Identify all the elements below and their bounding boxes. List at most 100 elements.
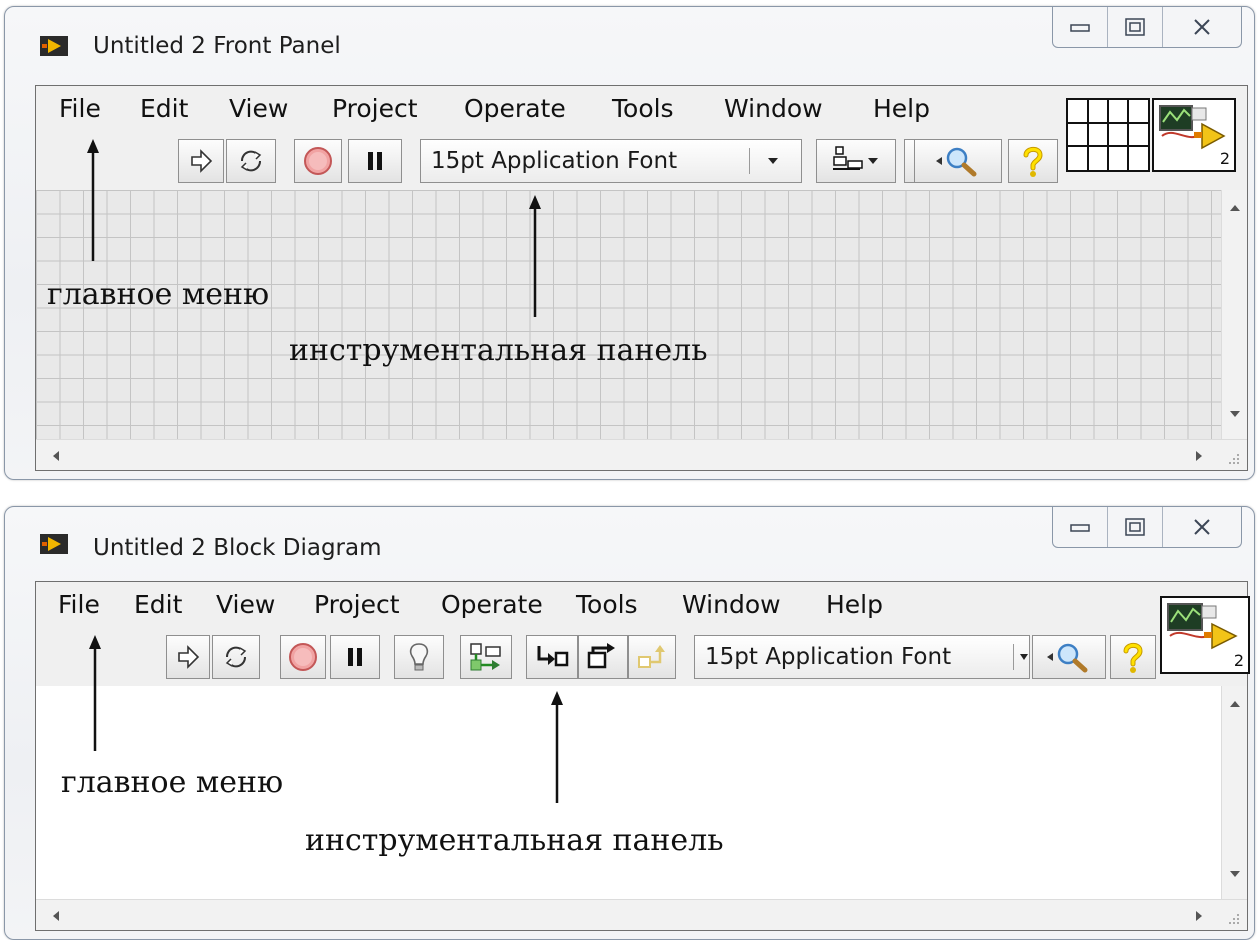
abort-button[interactable] [280, 635, 326, 679]
abort-icon [289, 643, 317, 671]
vi-icon[interactable]: 2 [1160, 596, 1250, 674]
scroll-left-icon[interactable] [52, 450, 60, 462]
menu-edit[interactable]: Edit [140, 94, 188, 123]
step-into-icon [537, 646, 569, 667]
maximize-button[interactable] [1107, 507, 1162, 547]
retain-wire-values-button[interactable] [460, 635, 512, 679]
window-title: Untitled 2 Front Panel [93, 33, 341, 59]
menu-operate[interactable]: Operate [441, 590, 543, 619]
pause-button[interactable] [348, 139, 402, 183]
align-objects-button[interactable] [816, 139, 896, 183]
context-help-button[interactable] [1008, 139, 1058, 183]
search-button[interactable] [914, 139, 1002, 183]
vertical-scrollbar[interactable] [1221, 190, 1247, 440]
front-panel-window: Untitled 2 Front Panel File Edit View Pr… [4, 6, 1255, 480]
run-arrow-icon [178, 645, 200, 669]
search-icon [936, 147, 977, 177]
scroll-left-icon[interactable] [52, 910, 60, 922]
minimize-button[interactable] [1053, 7, 1107, 47]
menu-tools[interactable]: Tools [612, 94, 674, 123]
main-menu-pointer-arrow [89, 635, 101, 751]
run-button[interactable] [166, 635, 210, 679]
menu-view[interactable]: View [229, 94, 288, 123]
step-over-button[interactable] [578, 635, 628, 679]
search-button[interactable] [1032, 635, 1106, 679]
run-continuously-button[interactable] [226, 139, 276, 183]
minimize-icon [1070, 524, 1090, 532]
pause-button[interactable] [330, 635, 380, 679]
align-objects-icon [833, 146, 878, 170]
menu-tools[interactable]: Tools [576, 590, 638, 619]
close-button[interactable] [1162, 507, 1241, 547]
horizontal-scrollbar[interactable] [36, 439, 1247, 470]
context-help-button[interactable] [1110, 635, 1156, 679]
run-arrow-icon [191, 149, 213, 173]
menu-edit[interactable]: Edit [134, 590, 182, 619]
resize-grip-icon[interactable] [1225, 910, 1241, 926]
close-icon [1194, 19, 1210, 35]
minimize-button[interactable] [1053, 507, 1107, 547]
search-icon [1047, 643, 1088, 673]
window-title: Untitled 2 Block Diagram [93, 535, 382, 561]
window-controls [1052, 507, 1242, 548]
scroll-down-icon[interactable] [1229, 410, 1241, 418]
scroll-down-icon[interactable] [1229, 870, 1241, 878]
menu-file[interactable]: File [58, 590, 100, 619]
retain-wire-values-icon [470, 643, 501, 671]
title-bar[interactable]: Untitled 2 Block Diagram [5, 507, 1254, 577]
toolbar: 15pt Application Font [36, 630, 1247, 687]
menu-operate[interactable]: Operate [464, 94, 566, 123]
scroll-right-icon[interactable] [1195, 910, 1203, 922]
main-menu: File Edit View Project Operate Tools Win… [36, 582, 1247, 630]
step-into-button[interactable] [526, 635, 578, 679]
minimize-icon [1070, 24, 1090, 32]
block-diagram-canvas[interactable] [36, 686, 1247, 930]
vi-icon[interactable]: 2 [1152, 98, 1236, 172]
text-settings-dropdown[interactable]: 15pt Application Font [420, 139, 802, 183]
step-out-button[interactable] [628, 635, 676, 679]
menu-file[interactable]: File [59, 94, 101, 123]
menu-help[interactable]: Help [826, 590, 883, 619]
run-button[interactable] [178, 139, 224, 183]
run-continuously-button[interactable] [212, 635, 260, 679]
scroll-right-icon[interactable] [1195, 450, 1203, 462]
title-bar[interactable]: Untitled 2 Front Panel [5, 7, 1254, 77]
dropdown-separator [749, 148, 750, 174]
connector-pane-grid-icon [1068, 100, 1148, 170]
menu-project[interactable]: Project [332, 94, 418, 123]
main-menu-annotation: главное меню [47, 277, 270, 312]
context-help-icon [1123, 642, 1143, 673]
window-controls [1052, 7, 1242, 48]
block-diagram-client: File Edit View Project Operate Tools Win… [35, 581, 1250, 931]
labview-vi-icon [1167, 603, 1238, 650]
toolbar-annotation: инструментальная панель [305, 823, 724, 858]
vertical-scrollbar[interactable] [1221, 686, 1247, 900]
toolbar-pointer-arrow [551, 691, 563, 803]
grid-background[interactable] [36, 190, 1222, 440]
text-settings-dropdown[interactable]: 15pt Application Font [694, 635, 1030, 679]
font-selector-label: 15pt Application Font [705, 644, 952, 670]
menu-view[interactable]: View [216, 590, 275, 619]
menu-help[interactable]: Help [873, 94, 930, 123]
scroll-up-icon[interactable] [1229, 204, 1241, 212]
abort-button[interactable] [294, 139, 342, 183]
front-panel-canvas[interactable] [36, 190, 1247, 470]
step-over-icon [587, 643, 615, 669]
highlight-execution-icon [409, 643, 429, 671]
menu-window[interactable]: Window [724, 94, 823, 123]
connector-pane[interactable] [1066, 98, 1150, 172]
maximize-icon [1125, 518, 1145, 536]
resize-grip-icon[interactable] [1225, 450, 1241, 466]
maximize-button[interactable] [1107, 7, 1162, 47]
main-menu-pointer-arrow [87, 139, 99, 261]
menu-project[interactable]: Project [314, 590, 400, 619]
labview-app-icon [40, 36, 68, 56]
close-button[interactable] [1162, 7, 1241, 47]
labview-app-icon [40, 534, 68, 554]
highlight-execution-button[interactable] [394, 635, 444, 679]
horizontal-scrollbar[interactable] [36, 899, 1247, 930]
scroll-up-icon[interactable] [1229, 700, 1241, 708]
context-help-icon [1023, 146, 1043, 177]
vi-icon-number: 2 [1233, 651, 1244, 670]
menu-window[interactable]: Window [682, 590, 781, 619]
